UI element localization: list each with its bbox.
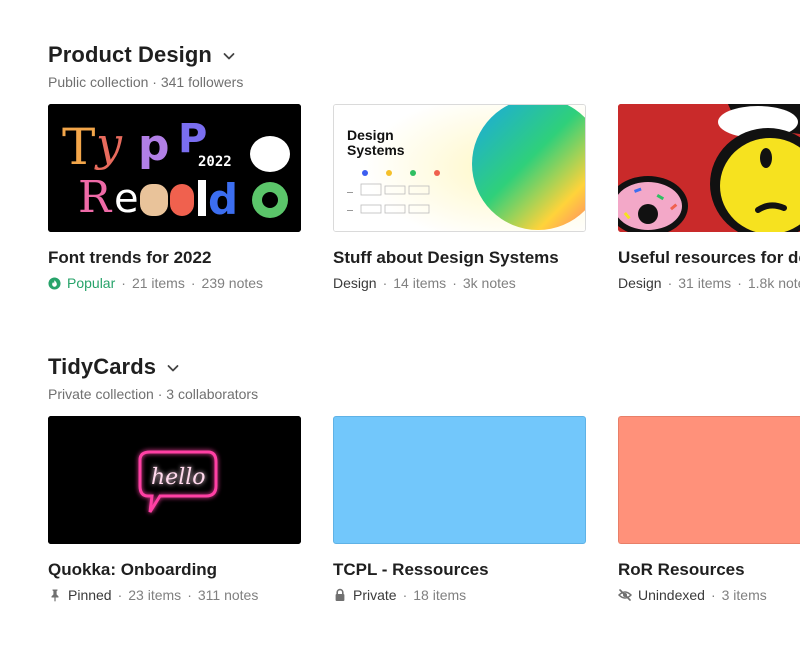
collection-subtitle: Public collection · 341 followers [48,74,244,90]
card-tcpl-ressources[interactable]: TCPL - Ressources Private · 18 items [333,416,586,603]
svg-text:Systems: Systems [347,142,405,158]
card-thumbnail[interactable] [618,416,800,544]
card-item-count: 31 items [678,275,732,291]
card-item-count: 23 items [128,587,182,603]
card-ror-resources[interactable]: RoR Resources Unindexed · 3 items [618,416,800,603]
card-useful-resources[interactable]: Useful resources for design Design · 31 … [618,104,800,291]
card-meta: Unindexed · 3 items [618,587,800,603]
svg-text:hello: hello [151,465,206,490]
collection-title[interactable]: TidyCards [48,354,156,380]
card-meta: Design · 14 items · 3k notes [333,275,516,291]
svg-text:e: e [114,176,139,222]
card-tag: Design [333,275,377,291]
card-thumbnail[interactable]: Design Systems [333,104,586,232]
card-thumbnail[interactable] [333,416,586,544]
design-systems-artwork: Design Systems [334,105,585,231]
type-trends-artwork: T y p P 2022 R e d [48,104,301,232]
card-item-count: 21 items [131,275,185,291]
card-list: hello Quokka: Onboarding Pinned · 23 ite… [48,416,800,616]
chevron-down-icon[interactable] [166,361,180,375]
collection-product-design: Product Design Public collection · 341 f… [48,40,800,291]
card-tag: Popular [67,275,116,291]
card-meta: Private · 18 items [333,587,586,603]
card-tag: Unindexed [638,587,705,603]
svg-text:2022: 2022 [198,154,232,170]
card-title[interactable]: RoR Resources [618,560,800,580]
eye-off-icon [618,589,632,601]
cartoon-artwork [618,104,800,232]
svg-text:p: p [138,120,170,171]
collection-tidycards: TidyCards Private collection · 3 collabo… [48,352,800,603]
collection-header[interactable]: TidyCards [48,352,800,382]
svg-text:R: R [78,172,113,223]
popular-badge-icon [48,276,61,290]
neon-hello-artwork: hello [48,416,301,544]
card-design-systems[interactable]: Design Systems Stuff about Design System… [333,104,586,291]
card-thumbnail[interactable]: hello [48,416,301,544]
card-quokka-onboarding[interactable]: hello Quokka: Onboarding Pinned · 23 ite… [48,416,301,603]
card-note-count: 1.8k notes [747,275,800,291]
card-note-count: 311 notes [197,587,259,603]
card-item-count: 18 items [413,587,467,603]
card-list: T y p P 2022 R e d Font trends for 2022 [48,104,800,304]
card-note-count: 239 notes [201,275,264,291]
svg-text:T: T [62,118,95,176]
card-title[interactable]: Font trends for 2022 [48,248,301,268]
svg-text:Design: Design [347,127,394,143]
card-title[interactable]: Useful resources for design [618,248,800,268]
card-tag: Private [353,587,397,603]
chevron-down-icon[interactable] [222,49,236,63]
card-tag: Pinned [68,587,112,603]
card-item-count: 3 items [721,587,767,603]
card-meta: Popular · 21 items · 239 notes [48,275,301,291]
collection-subtitle: Private collection · 3 collaborators [48,386,259,402]
card-title[interactable]: TCPL - Ressources [333,560,586,580]
svg-text:y: y [94,117,123,171]
lock-icon [335,588,345,601]
card-note-count: 3k notes [462,275,516,291]
card-item-count: 14 items [393,275,447,291]
collection-title[interactable]: Product Design [48,42,212,68]
pin-icon [51,589,59,602]
card-font-trends[interactable]: T y p P 2022 R e d Font trends for 2022 [48,104,301,291]
collection-header[interactable]: Product Design [48,40,800,70]
card-tag: Design [618,275,662,291]
card-thumbnail[interactable]: T y p P 2022 R e d [48,104,301,232]
svg-text:d: d [208,175,238,224]
card-thumbnail[interactable] [618,104,800,232]
card-title[interactable]: Stuff about Design Systems [333,248,586,268]
card-meta: Pinned · 23 items · 311 notes [48,587,301,603]
card-title[interactable]: Quokka: Onboarding [48,560,301,580]
card-meta: Design · 31 items · 1.8k notes [618,275,800,291]
